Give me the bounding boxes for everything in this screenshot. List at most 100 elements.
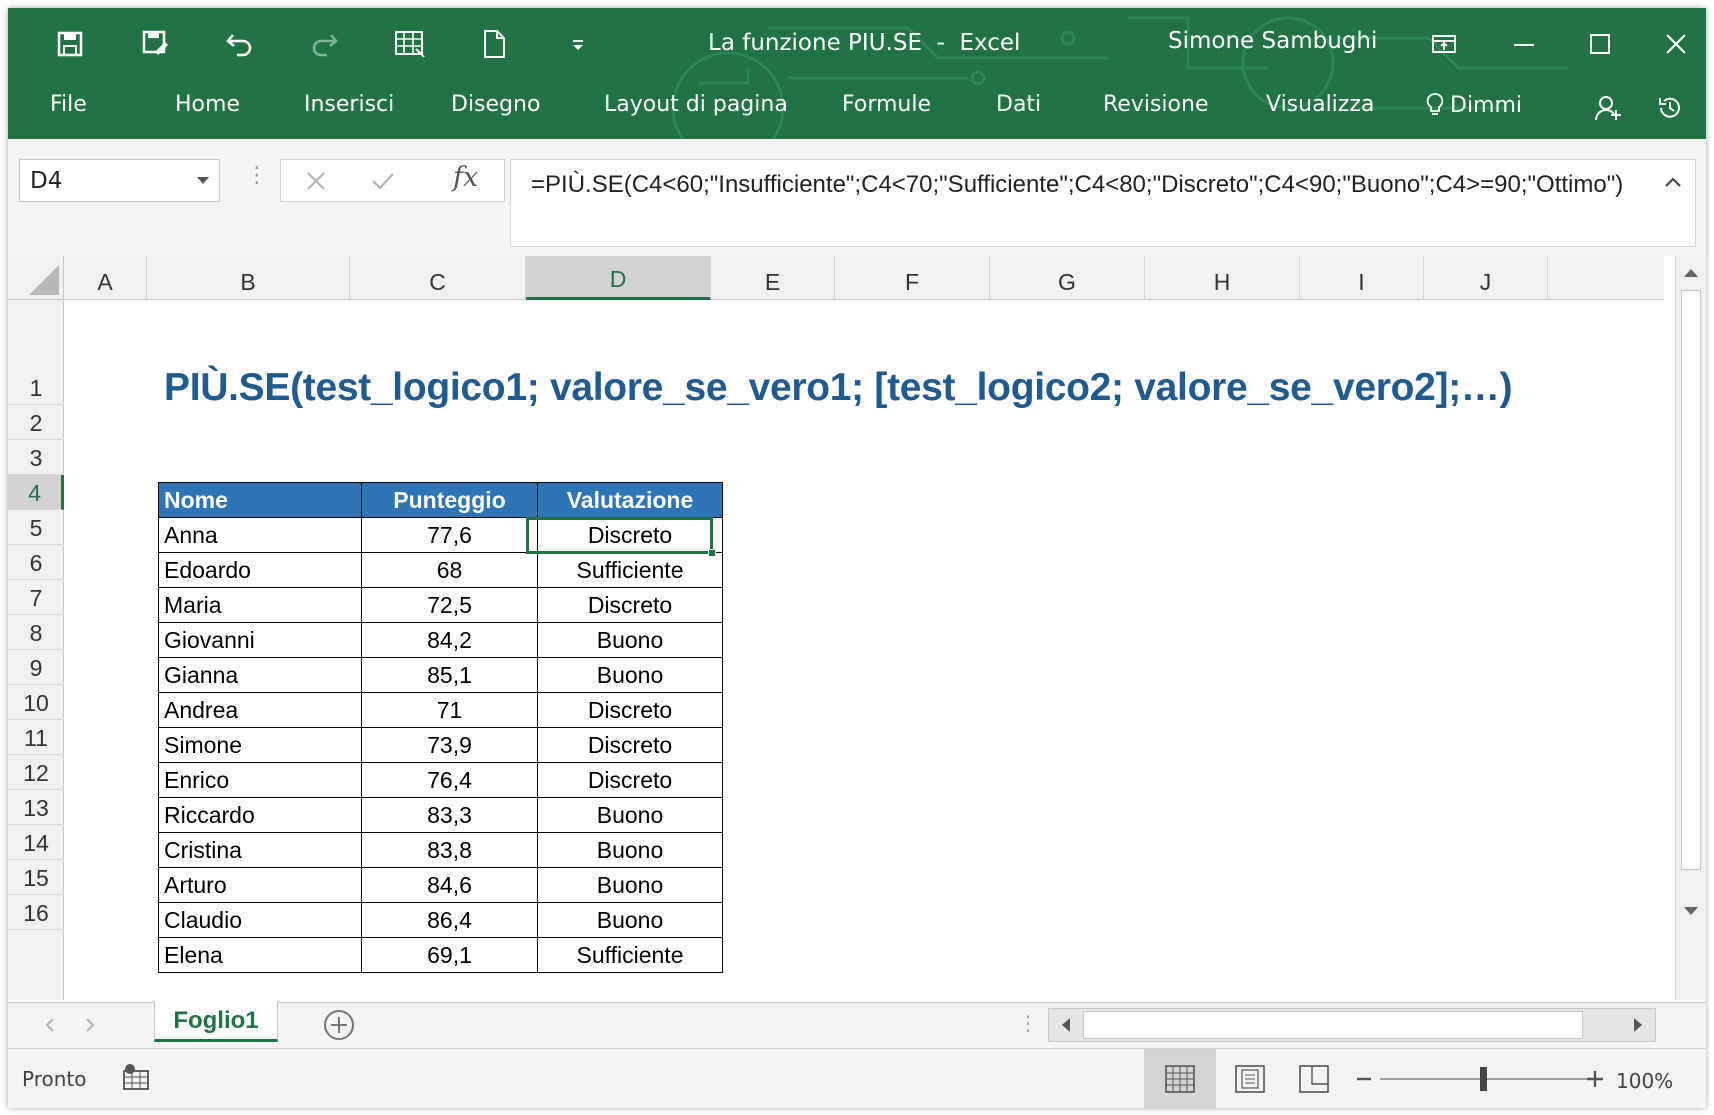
customize-qat-icon[interactable] (558, 24, 598, 64)
sheet-scroll-right-icon[interactable] (80, 1015, 100, 1035)
name-cell[interactable]: Elena (158, 937, 362, 973)
zoom-out-icon[interactable] (1354, 1069, 1374, 1089)
header-cell-punteggio[interactable]: Punteggio (361, 482, 538, 518)
row-header-10[interactable]: 10 (8, 685, 64, 720)
row-header-5[interactable]: 5 (8, 510, 64, 545)
share-icon[interactable] (1586, 88, 1630, 128)
evaluation-cell[interactable]: Buono (537, 867, 723, 903)
scroll-right-icon[interactable] (1623, 1010, 1653, 1040)
row-header-2[interactable]: 2 (8, 405, 64, 440)
row-header-11[interactable]: 11 (8, 720, 64, 755)
column-header-e[interactable]: E (711, 256, 835, 300)
scroll-up-icon[interactable] (1676, 258, 1706, 288)
evaluation-cell[interactable]: Discreto (537, 762, 723, 798)
evaluation-cell[interactable]: Discreto (537, 517, 723, 553)
column-header-b[interactable]: B (147, 256, 350, 300)
name-cell[interactable]: Enrico (158, 762, 362, 798)
row-header-15[interactable]: 15 (8, 860, 64, 895)
tab-draw[interactable]: Disegno (451, 92, 540, 117)
page-layout-view-icon[interactable] (1234, 1064, 1266, 1094)
row-header-6[interactable]: 6 (8, 545, 64, 580)
name-cell[interactable]: Anna (158, 517, 362, 553)
evaluation-cell[interactable]: Buono (537, 622, 723, 658)
name-cell[interactable]: Maria (158, 587, 362, 623)
column-header-j[interactable]: J (1424, 256, 1548, 300)
minimize-icon[interactable] (1502, 24, 1546, 64)
tab-formulas[interactable]: Formule (842, 92, 931, 117)
cancel-icon[interactable] (296, 164, 336, 198)
horizontal-scrollbar[interactable] (1048, 1008, 1656, 1042)
horizontal-scroll-thumb[interactable] (1083, 1011, 1583, 1039)
row-header-16[interactable]: 16 (8, 895, 64, 930)
insert-function-icon[interactable]: fx (453, 162, 478, 193)
row-header-3[interactable]: 3 (8, 440, 64, 475)
score-cell[interactable]: 83,8 (361, 832, 538, 868)
vertical-scrollbar[interactable] (1675, 256, 1706, 1000)
tell-me[interactable]: Dimmi (1426, 92, 1522, 118)
evaluation-cell[interactable]: Buono (537, 832, 723, 868)
score-cell[interactable]: 69,1 (361, 937, 538, 973)
evaluation-cell[interactable]: Buono (537, 902, 723, 938)
score-cell[interactable]: 68 (361, 552, 538, 588)
sheet-tab-foglio1[interactable]: Foglio1 (154, 1002, 278, 1042)
vertical-scroll-thumb[interactable] (1681, 290, 1701, 870)
ribbon-display-options-icon[interactable] (1422, 24, 1466, 64)
scroll-down-icon[interactable] (1676, 896, 1706, 926)
name-cell[interactable]: Giovanni (158, 622, 362, 658)
scroll-left-icon[interactable] (1051, 1010, 1081, 1040)
evaluation-cell[interactable]: Sufficiente (537, 937, 723, 973)
close-icon[interactable] (1654, 24, 1698, 64)
cells-area[interactable]: PIÙ.SE(test_logico1; valore_se_vero1; [t… (64, 300, 1664, 1000)
column-header-d[interactable]: D (526, 256, 711, 300)
tab-home[interactable]: Home (175, 92, 240, 117)
column-header-h[interactable]: H (1145, 256, 1300, 300)
column-header-i[interactable]: I (1300, 256, 1424, 300)
name-cell[interactable]: Andrea (158, 692, 362, 728)
name-cell[interactable]: Cristina (158, 832, 362, 868)
fill-handle[interactable] (708, 549, 716, 557)
column-header-f[interactable]: F (835, 256, 990, 300)
column-header-a[interactable]: A (64, 256, 147, 300)
score-cell[interactable]: 85,1 (361, 657, 538, 693)
macro-recording-icon[interactable] (122, 1063, 152, 1093)
score-cell[interactable]: 84,6 (361, 867, 538, 903)
sheet-scroll-left-icon[interactable] (40, 1015, 60, 1035)
formula-input[interactable]: =PIÙ.SE(C4<60;"Insufficiente";C4<70;"Suf… (510, 159, 1696, 247)
save-as-icon[interactable] (136, 24, 176, 64)
tab-view[interactable]: Visualizza (1266, 92, 1374, 117)
row-header-7[interactable]: 7 (8, 580, 64, 615)
tab-review[interactable]: Revisione (1103, 92, 1208, 117)
worksheet-grid[interactable]: A B C D E F G H I J 1 2 3 4 5 6 7 8 9 10… (8, 256, 1706, 1002)
page-break-view-icon[interactable] (1298, 1064, 1330, 1094)
add-sheet-icon[interactable] (322, 1008, 356, 1042)
score-cell[interactable]: 76,4 (361, 762, 538, 798)
zoom-level[interactable]: 100% (1616, 1069, 1673, 1093)
row-header-12[interactable]: 12 (8, 755, 64, 790)
column-header-g[interactable]: G (990, 256, 1145, 300)
history-icon[interactable] (1648, 88, 1692, 128)
name-cell[interactable]: Simone (158, 727, 362, 763)
score-cell[interactable]: 72,5 (361, 587, 538, 623)
name-cell[interactable]: Riccardo (158, 797, 362, 833)
name-cell[interactable]: Arturo (158, 867, 362, 903)
header-cell-valutazione[interactable]: Valutazione (537, 482, 723, 518)
tab-insert[interactable]: Inserisci (304, 92, 394, 117)
header-cell-nome[interactable]: Nome (158, 482, 362, 518)
evaluation-cell[interactable]: Discreto (537, 727, 723, 763)
maximize-icon[interactable] (1578, 24, 1622, 64)
zoom-in-icon[interactable] (1584, 1068, 1606, 1090)
score-cell[interactable]: 71 (361, 692, 538, 728)
tab-file[interactable]: File (50, 92, 87, 117)
user-name[interactable]: Simone Sambughi (1168, 28, 1377, 54)
score-cell[interactable]: 84,2 (361, 622, 538, 658)
evaluation-cell[interactable]: Discreto (537, 587, 723, 623)
select-all-button[interactable] (8, 256, 64, 300)
score-cell[interactable]: 83,3 (361, 797, 538, 833)
table-grid-icon[interactable] (390, 24, 430, 64)
score-cell[interactable]: 77,6 (361, 517, 538, 553)
row-header-14[interactable]: 14 (8, 825, 64, 860)
chevron-down-icon[interactable] (197, 177, 209, 184)
formula-bar-splitter[interactable]: ⋮ (246, 163, 268, 188)
evaluation-cell[interactable]: Buono (537, 797, 723, 833)
tab-page-layout[interactable]: Layout di pagina (604, 92, 788, 117)
